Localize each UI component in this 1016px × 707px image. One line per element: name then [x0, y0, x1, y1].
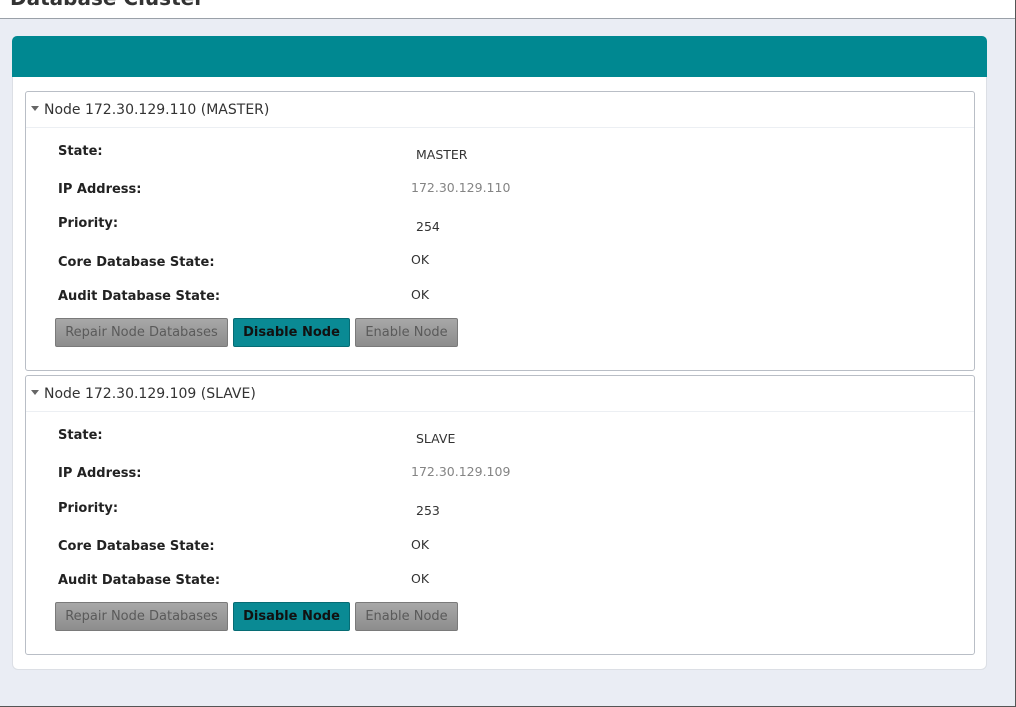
enable-node-button[interactable]: Enable Node	[355, 602, 458, 631]
ip-address-value: 172.30.129.109	[411, 464, 511, 479]
state-label: State:	[58, 428, 103, 443]
audit-db-state-label: Audit Database State:	[58, 289, 221, 304]
priority-value: 254	[416, 219, 440, 234]
enable-node-button[interactable]: Enable Node	[355, 318, 458, 347]
audit-db-state-value: OK	[411, 571, 430, 586]
page-title: Database Cluster	[10, 0, 204, 10]
node-title: Node 172.30.129.109 (SLAVE)	[44, 385, 256, 402]
priority-label: Priority:	[58, 501, 119, 516]
node-section-master: Node 172.30.129.110 (MASTER) State: MAST…	[25, 91, 975, 371]
repair-node-databases-button[interactable]: Repair Node Databases	[55, 602, 228, 631]
audit-db-state-value: OK	[411, 287, 430, 302]
node-title: Node 172.30.129.110 (MASTER)	[44, 101, 270, 118]
collapse-caret-icon[interactable]	[31, 389, 39, 395]
priority-label: Priority:	[58, 216, 119, 231]
node-header[interactable]: Node 172.30.129.109 (SLAVE)	[26, 376, 974, 412]
page-header: Database Cluster	[0, 0, 1015, 19]
ip-address-value: 172.30.129.110	[411, 180, 511, 195]
cluster-panel: Node 172.30.129.110 (MASTER) State: MAST…	[12, 36, 987, 670]
state-label: State:	[58, 144, 103, 159]
core-db-state-value: OK	[411, 252, 430, 267]
panel-header-bar	[12, 36, 987, 77]
collapse-caret-icon[interactable]	[31, 105, 39, 111]
ip-address-label: IP Address:	[58, 182, 142, 197]
node-section-slave: Node 172.30.129.109 (SLAVE) State: SLAVE…	[25, 375, 975, 655]
repair-node-databases-button[interactable]: Repair Node Databases	[55, 318, 228, 347]
disable-node-button[interactable]: Disable Node	[233, 602, 350, 631]
disable-node-button[interactable]: Disable Node	[233, 318, 350, 347]
node-header[interactable]: Node 172.30.129.110 (MASTER)	[26, 92, 974, 128]
core-db-state-label: Core Database State:	[58, 539, 215, 554]
core-db-state-label: Core Database State:	[58, 255, 215, 270]
core-db-state-value: OK	[411, 537, 430, 552]
state-value: SLAVE	[416, 431, 456, 446]
ip-address-label: IP Address:	[58, 466, 142, 481]
state-value: MASTER	[416, 147, 468, 162]
priority-value: 253	[416, 503, 440, 518]
audit-db-state-label: Audit Database State:	[58, 573, 221, 588]
